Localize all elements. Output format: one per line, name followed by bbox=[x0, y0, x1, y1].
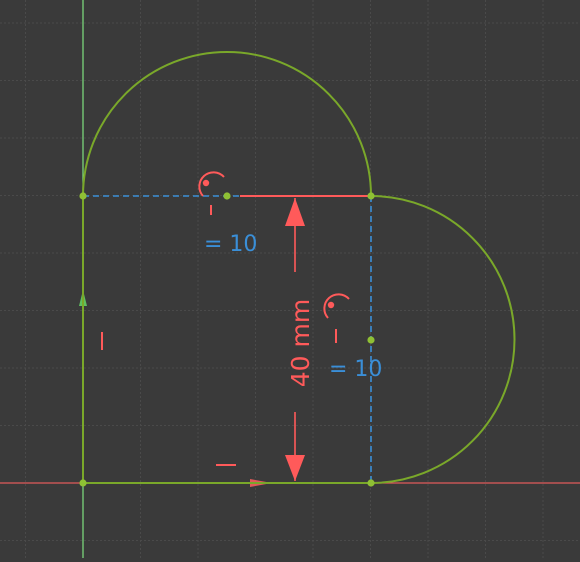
sketch-point[interactable] bbox=[79, 192, 87, 200]
sketch-point[interactable] bbox=[79, 479, 87, 487]
grid bbox=[0, 0, 580, 558]
dimension-arrow-down-icon bbox=[285, 455, 305, 481]
top-arc[interactable] bbox=[82, 51, 372, 197]
sketch-point[interactable] bbox=[367, 192, 375, 200]
sketch-point[interactable] bbox=[367, 336, 375, 344]
right-arc[interactable] bbox=[370, 195, 516, 484]
sketch-point[interactable] bbox=[367, 479, 375, 487]
top-arc-equal-label: = 10 bbox=[204, 232, 257, 257]
dimension-arrow-up-icon bbox=[285, 198, 305, 226]
radius-dot-icon bbox=[202, 179, 210, 187]
sketch-viewport[interactable]: 40 mm = 10 = 10 bbox=[0, 0, 580, 558]
right-arc-equal-label: = 10 bbox=[329, 357, 382, 382]
radius-dot-icon bbox=[327, 301, 335, 309]
sketch-point[interactable] bbox=[223, 192, 231, 200]
distance-dimension[interactable]: 40 mm bbox=[285, 198, 315, 481]
dimension-label[interactable]: 40 mm bbox=[286, 299, 315, 387]
top-radius-constraint[interactable]: = 10 bbox=[198, 171, 257, 257]
